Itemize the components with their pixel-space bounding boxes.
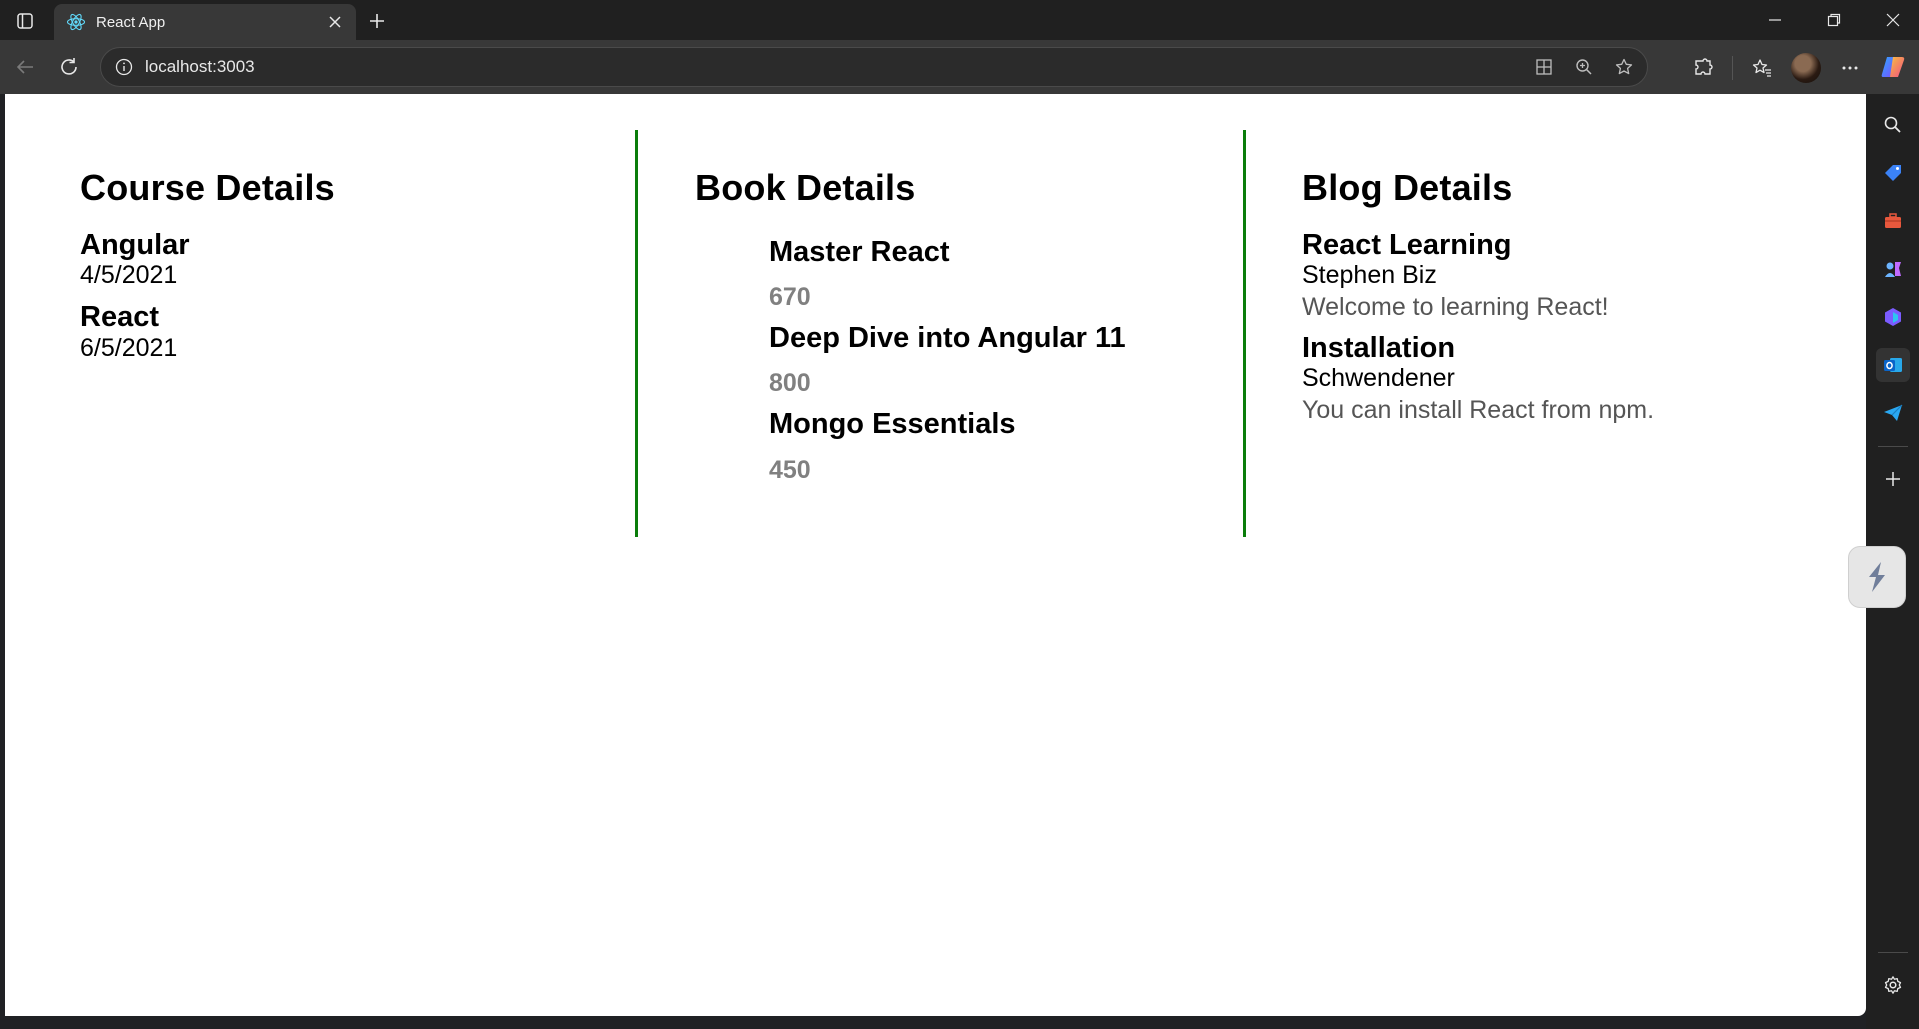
book-name: Deep Dive into Angular 11 — [769, 322, 1126, 355]
toolbar-separator — [1732, 56, 1733, 80]
new-tab-icon[interactable] — [364, 8, 390, 34]
blog-details-section: Blog Details React Learning Stephen Biz … — [1243, 130, 1803, 537]
back-arrow-icon[interactable] — [10, 52, 40, 82]
restore-window-icon[interactable] — [1808, 0, 1860, 40]
sidebar-handle-icon[interactable] — [1848, 546, 1906, 608]
app-available-icon[interactable] — [1531, 54, 1557, 80]
book-price: 450 — [769, 455, 811, 484]
close-window-icon[interactable] — [1867, 0, 1919, 40]
profile-avatar[interactable] — [1791, 53, 1821, 83]
blog-item: React Learning Stephen Biz Welcome to le… — [1302, 230, 1803, 323]
extensions-icon[interactable] — [1690, 55, 1716, 81]
book-name: Mongo Essentials — [769, 408, 1016, 441]
blog-details-heading: Blog Details — [1302, 167, 1513, 208]
copilot-icon[interactable] — [1878, 52, 1908, 82]
shopping-tag-icon[interactable] — [1876, 156, 1910, 190]
close-tab-icon[interactable] — [324, 11, 346, 33]
book-list: Master React 670 Deep Dive into Angular … — [695, 236, 1243, 484]
blog-item: Installation Schwendener You can install… — [1302, 331, 1803, 426]
blog-body: You can install React from npm. — [1302, 395, 1655, 424]
browser-tab[interactable]: React App — [54, 4, 356, 40]
more-options-icon[interactable] — [1837, 55, 1863, 81]
microsoft-365-icon[interactable] — [1876, 300, 1910, 334]
react-logo-icon — [66, 12, 86, 32]
course-date: 6/5/2021 — [80, 333, 178, 362]
book-name: Master React — [769, 236, 950, 268]
book-item: Mongo Essentials 450 — [769, 408, 1243, 484]
course-details-section: Course Details Angular 4/5/2021 React 6/… — [80, 130, 630, 537]
course-details-heading: Course Details — [80, 167, 335, 208]
book-price: 670 — [769, 283, 811, 312]
book-details-heading: Book Details — [695, 167, 916, 208]
telegram-icon[interactable] — [1876, 396, 1910, 430]
site-info-icon[interactable] — [113, 56, 135, 78]
book-item: Master React 670 — [769, 236, 1243, 312]
course-item: React 6/5/2021 — [80, 302, 630, 362]
blog-body: Welcome to learning React! — [1302, 292, 1609, 321]
page-viewport: Course Details Angular 4/5/2021 React 6/… — [5, 94, 1866, 1016]
course-list: Angular 4/5/2021 React 6/5/2021 — [80, 230, 630, 363]
blog-list: React Learning Stephen Biz Welcome to le… — [1302, 230, 1803, 426]
course-name: Angular — [80, 229, 190, 261]
add-icon[interactable] — [1876, 462, 1910, 496]
zoom-icon[interactable] — [1571, 54, 1597, 80]
book-item: Deep Dive into Angular 11 800 — [769, 322, 1243, 398]
sidebar-divider — [1878, 446, 1908, 447]
tab-actions-menu-icon[interactable] — [12, 8, 38, 34]
address-bar[interactable]: localhost:3003 — [100, 47, 1648, 87]
outlook-icon[interactable] — [1876, 348, 1910, 382]
browser-title-bar: React App — [0, 0, 1919, 40]
tab-title: React App — [96, 13, 166, 31]
book-details-section: Book Details Master React 670 Deep Dive … — [635, 130, 1243, 537]
minimize-window-icon[interactable] — [1749, 0, 1801, 40]
blog-title: Installation — [1302, 331, 1456, 364]
blog-title: React Learning — [1302, 229, 1512, 261]
course-name: React — [80, 301, 159, 334]
toolbox-icon[interactable] — [1876, 204, 1910, 238]
favorites-icon[interactable] — [1749, 55, 1775, 81]
react-app-root: Course Details Angular 4/5/2021 React 6/… — [5, 94, 1866, 1016]
browser-toolbar: localhost:3003 — [0, 40, 1919, 94]
refresh-icon[interactable] — [54, 52, 84, 82]
blog-author: Stephen Biz — [1302, 261, 1437, 290]
book-price: 800 — [769, 369, 811, 398]
course-item: Angular 4/5/2021 — [80, 230, 630, 290]
games-icon[interactable] — [1876, 252, 1910, 286]
settings-icon[interactable] — [1876, 968, 1910, 1002]
search-icon[interactable] — [1876, 108, 1910, 142]
taskbar-edge — [0, 1016, 1866, 1029]
sidebar-divider — [1878, 952, 1908, 953]
blog-author: Schwendener — [1302, 364, 1455, 393]
address-url: localhost:3003 — [145, 57, 255, 76]
course-date: 4/5/2021 — [80, 261, 178, 290]
favorite-star-icon[interactable] — [1611, 54, 1637, 80]
